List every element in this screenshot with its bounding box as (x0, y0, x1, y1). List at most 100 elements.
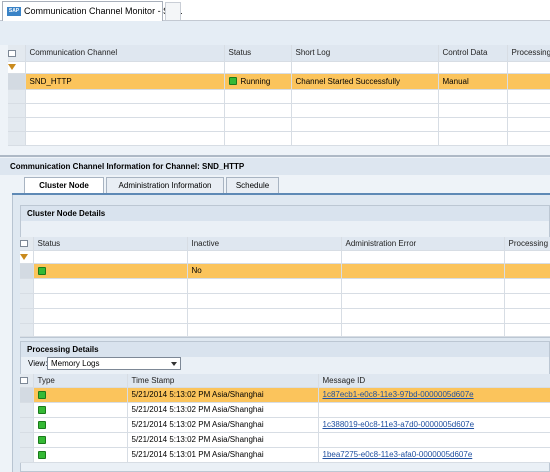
column-header-admin-error[interactable]: Administration Error (341, 237, 505, 251)
cluster-node-title: Cluster Node Details (21, 206, 549, 221)
table-row[interactable]: 5/21/2014 5:13:02 PM Asia/Shanghai (20, 402, 550, 418)
table-row[interactable] (8, 89, 550, 104)
table-row[interactable]: 5/21/2014 5:13:02 PM Asia/Shanghai (20, 432, 550, 448)
status-text: Running (240, 76, 271, 86)
success-status-icon (37, 435, 46, 444)
cell-message-id[interactable]: 1c388019-e0c8-11e3-a7d0-0000005d607e (318, 417, 550, 433)
cell-control-data: Manual (438, 73, 508, 90)
row-selector[interactable] (20, 432, 34, 448)
table-settings-cell[interactable] (8, 45, 26, 62)
cell-status: Running (224, 73, 292, 90)
column-header-status[interactable]: Status (33, 237, 188, 251)
filter-icon[interactable] (20, 253, 28, 260)
cluster-node-table: Status Inactive Administration Error Pro… (20, 237, 550, 337)
chevron-down-icon (171, 362, 177, 366)
filter-input-channel[interactable] (25, 61, 225, 74)
cell-channel: SND_HTTP (25, 73, 225, 90)
view-dropdown[interactable]: Memory Logs (47, 357, 181, 370)
browser-tab-title: Communication Channel Monitor - SA... (24, 6, 183, 16)
table-row[interactable] (20, 308, 550, 324)
table-row[interactable] (20, 293, 550, 309)
message-id-link[interactable]: 1c388019-e0c8-11e3-a7d0-0000005d607e (323, 420, 475, 429)
filter-input-processing[interactable] (504, 250, 550, 264)
table-settings-icon[interactable] (20, 240, 28, 248)
table-settings-icon[interactable] (20, 377, 28, 385)
browser-tab[interactable]: SAP Communication Channel Monitor - SA..… (2, 1, 183, 21)
table-row[interactable]: SND_HTTP Running Channel Started Success… (8, 73, 550, 90)
column-header-processing[interactable]: Processing D (504, 237, 550, 251)
row-selector[interactable] (20, 387, 34, 403)
table-settings-cell[interactable] (20, 237, 34, 251)
table-settings-cell[interactable] (20, 374, 34, 388)
column-header-time-stamp[interactable]: Time Stamp (127, 374, 319, 388)
row-selector[interactable] (20, 402, 34, 418)
table-row[interactable] (8, 117, 550, 132)
cell-time-stamp: 5/21/2014 5:13:02 PM Asia/Shanghai (127, 402, 319, 418)
table-row[interactable] (8, 103, 550, 118)
success-status-icon (37, 405, 46, 414)
toolbar-band (0, 21, 550, 45)
filter-toggle-cell[interactable] (20, 250, 34, 264)
tab-cluster-node[interactable]: Cluster Node (24, 177, 104, 194)
table-row[interactable]: 5/21/2014 5:13:02 PM Asia/Shanghai 1c87e… (20, 387, 550, 403)
cell-type (33, 417, 128, 433)
success-status-icon (37, 450, 46, 459)
table-row[interactable] (8, 131, 550, 146)
info-panel-title: Communication Channel Information for Ch… (0, 158, 550, 175)
cell-short-log: Channel Started Successfully (291, 73, 439, 90)
filter-input-inactive[interactable] (187, 250, 342, 264)
table-row[interactable]: No (20, 263, 550, 279)
tab-administration-information[interactable]: Administration Information (106, 177, 224, 194)
column-header-inactive[interactable]: Inactive (187, 237, 342, 251)
cell-inactive: No (187, 263, 342, 279)
success-status-icon (37, 390, 46, 399)
cell-type (33, 402, 128, 418)
cell-processing (507, 73, 550, 90)
browser-tab-bar: SAP Communication Channel Monitor - SA..… (0, 0, 550, 21)
filter-input-short-log[interactable] (291, 61, 439, 74)
row-selector[interactable] (20, 447, 34, 463)
row-selector[interactable] (20, 263, 34, 279)
column-header-message-id[interactable]: Message ID (318, 374, 550, 388)
row-selector[interactable] (20, 417, 34, 433)
new-tab-button[interactable] (165, 2, 181, 20)
splitter[interactable] (0, 155, 550, 157)
filter-icon[interactable] (8, 64, 16, 71)
cell-message-id[interactable]: 1bea7275-e0c8-11e3-afa0-0000005d607e (318, 447, 550, 463)
column-header-type[interactable]: Type (33, 374, 128, 388)
filter-toggle-cell[interactable] (8, 61, 26, 74)
filter-input-control-data[interactable] (438, 61, 508, 74)
sap-logo-icon: SAP (7, 7, 21, 16)
cell-status (33, 263, 188, 279)
running-status-icon (37, 266, 46, 275)
cell-type (33, 447, 128, 463)
filter-input-processing[interactable] (507, 61, 550, 74)
message-id-link[interactable]: 1c87ecb1-e0c8-11e3-97bd-0000005d607e (323, 390, 474, 399)
cell-admin-error (341, 263, 505, 279)
filter-input-status[interactable] (33, 250, 188, 264)
channels-table: Communication Channel Status Short Log C… (8, 45, 550, 146)
message-id-link[interactable]: 1bea7275-e0c8-11e3-afa0-0000005d607e (323, 450, 473, 459)
table-settings-icon[interactable] (8, 49, 16, 57)
filter-input-admin-error[interactable] (341, 250, 505, 264)
table-row[interactable] (20, 278, 550, 294)
running-status-icon (228, 77, 237, 86)
column-header-processing[interactable]: Processing (507, 45, 550, 62)
column-header-status[interactable]: Status (224, 45, 292, 62)
processing-table: Type Time Stamp Message ID 5/21/2014 5:1… (20, 374, 550, 463)
row-selector[interactable] (8, 73, 26, 90)
table-row[interactable]: 5/21/2014 5:13:02 PM Asia/Shanghai 1c388… (20, 417, 550, 433)
view-dropdown-value: Memory Logs (51, 359, 100, 368)
column-header-control-data[interactable]: Control Data (438, 45, 508, 62)
column-header-channel[interactable]: Communication Channel (25, 45, 225, 62)
column-header-short-log[interactable]: Short Log (291, 45, 439, 62)
table-row[interactable]: 5/21/2014 5:13:01 PM Asia/Shanghai 1bea7… (20, 447, 550, 463)
filter-input-status[interactable] (224, 61, 292, 74)
cell-type (33, 432, 128, 448)
view-label: View: (28, 359, 48, 368)
tab-schedule[interactable]: Schedule (226, 177, 279, 194)
table-row[interactable] (20, 323, 550, 337)
cell-time-stamp: 5/21/2014 5:13:02 PM Asia/Shanghai (127, 387, 319, 403)
cell-time-stamp: 5/21/2014 5:13:02 PM Asia/Shanghai (127, 432, 319, 448)
cell-message-id[interactable]: 1c87ecb1-e0c8-11e3-97bd-0000005d607e (318, 387, 550, 403)
